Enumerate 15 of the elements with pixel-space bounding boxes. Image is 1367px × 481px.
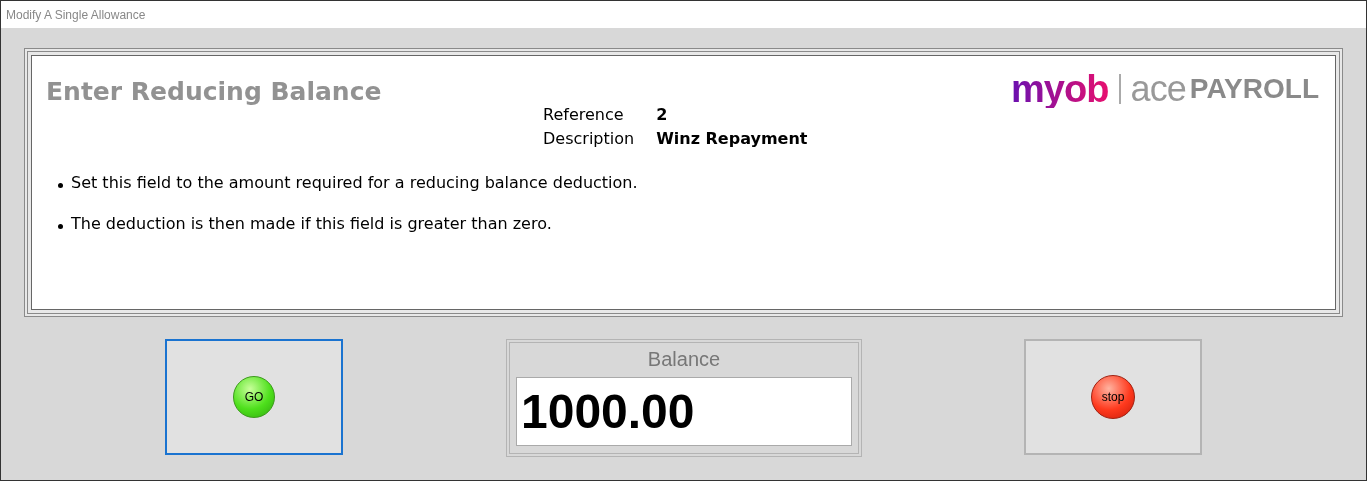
detail-label: Reference [543, 103, 625, 126]
bullet-icon [58, 183, 63, 188]
balance-label: Balance [647, 347, 721, 372]
detail-value: Winz Repayment [656, 127, 808, 150]
balance-field[interactable]: 1000.00 [516, 377, 852, 446]
detail-value: 2 [656, 103, 669, 126]
note-text: Set this field to the amount required for a reducing balance deduction. [71, 171, 638, 194]
stop-button[interactable]: stop [1024, 339, 1202, 455]
bullet-icon [58, 224, 63, 229]
note-text: The deduction is then made if this field is greater than zero. [71, 212, 552, 235]
window-title: Modify A Single Allowance [6, 6, 146, 24]
brand-logo: myob ace PAYROLL [1010, 70, 1319, 108]
go-button[interactable]: GO [165, 339, 343, 455]
detail-label: Description [543, 127, 635, 150]
panel-heading: Enter Reducing Balance [46, 76, 382, 108]
